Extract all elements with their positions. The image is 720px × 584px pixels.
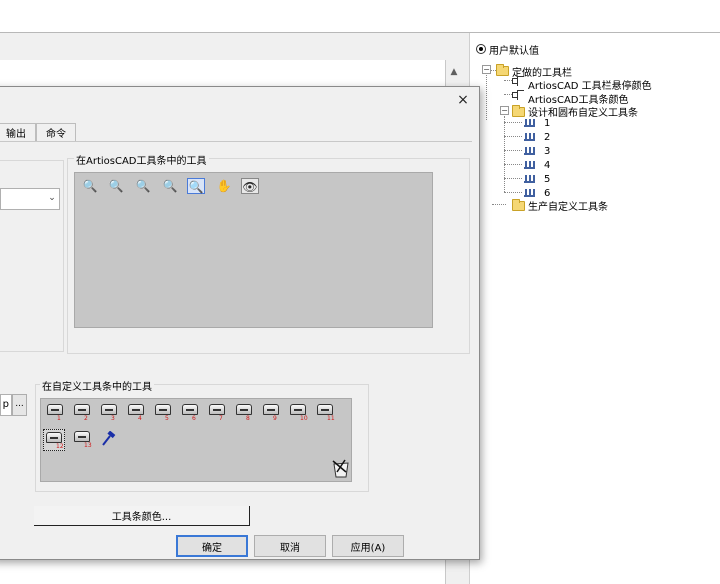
- apply-button[interactable]: 应用(A): [332, 535, 404, 557]
- ok-button[interactable]: 确定: [176, 535, 248, 557]
- tab-label: 输出: [6, 129, 26, 140]
- app-window: ▲ 用户默认值 − 定做的工具栏 ArtiosCAD 工具栏悬停颜色 Artio…: [0, 0, 720, 584]
- toolbar-color-label: 工具条颜色...: [111, 512, 172, 523]
- custom-tool-icon-selected[interactable]: 12: [43, 429, 65, 451]
- artioscad-tools-palette[interactable]: 🔍 🔍 🔍 🔍 🔍 ✋ 👁: [74, 172, 433, 328]
- radio-selected-icon[interactable]: [476, 44, 486, 54]
- view-eye-icon[interactable]: 👁: [241, 178, 259, 194]
- apply-label: 应用(A): [350, 542, 386, 554]
- collapse-toggle-custom-toolbars[interactable]: −: [482, 65, 491, 74]
- ok-label: 确定: [202, 542, 222, 554]
- folder-icon: [496, 64, 509, 76]
- custom-tool-icon[interactable]: 8: [234, 402, 256, 424]
- tab-output[interactable]: 输出: [0, 123, 36, 141]
- custom-tools-palette[interactable]: 1 2 3 4 5 6 7 8 9 10 11 12 13: [40, 398, 352, 482]
- hammer-icon[interactable]: [100, 431, 116, 447]
- browse-button[interactable]: ...: [12, 394, 27, 416]
- chevron-down-icon[interactable]: ⌄: [46, 193, 58, 205]
- zoom-in-window-icon[interactable]: 🔍: [107, 178, 125, 194]
- tree-node-toolbar-5[interactable]: 5: [544, 174, 550, 185]
- toolbar-setting-icon: [512, 90, 524, 100]
- toolbar-color-button[interactable]: 工具条颜色...: [34, 506, 250, 526]
- custom-tool-icon[interactable]: 1: [45, 402, 67, 424]
- trash-icon[interactable]: [330, 457, 352, 479]
- tab-commands[interactable]: 命令: [36, 123, 76, 141]
- custom-tool-icon[interactable]: 2: [72, 402, 94, 424]
- cancel-label: 取消: [280, 542, 300, 554]
- zoom-extents-icon[interactable]: 🔍: [161, 178, 179, 194]
- scroll-up-arrow-icon[interactable]: ▲: [448, 66, 460, 78]
- toolbar-setting-icon: [512, 76, 524, 86]
- icon-file-field[interactable]: p: [0, 394, 12, 416]
- tree-node-toolbar-2[interactable]: 2: [544, 132, 550, 143]
- tree-node-toolbar-4[interactable]: 4: [544, 160, 550, 171]
- zoom-selection-icon[interactable]: 🔍: [187, 178, 205, 194]
- top-toolbar-area: [0, 0, 720, 33]
- folder-icon: [512, 105, 525, 117]
- custom-tool-icon[interactable]: 3: [99, 402, 121, 424]
- zoom-out-icon[interactable]: 🔍: [134, 178, 152, 194]
- tree-node-hover-color[interactable]: ArtiosCAD 工具栏悬停颜色: [528, 77, 652, 92]
- user-defaults-radio[interactable]: 用户默认值: [476, 42, 539, 57]
- cancel-button[interactable]: 取消: [254, 535, 326, 557]
- custom-tool-icon[interactable]: 9: [261, 402, 283, 424]
- tab-divider: [0, 141, 472, 142]
- user-defaults-label: 用户默认值: [489, 45, 539, 57]
- folder-icon: [512, 199, 525, 211]
- toolbar-leaf-icon: [524, 133, 535, 141]
- zoom-in-icon[interactable]: 🔍: [81, 178, 99, 194]
- custom-tool-icon[interactable]: 7: [207, 402, 229, 424]
- tab-label: 命令: [46, 129, 66, 140]
- custom-tool-icon[interactable]: 4: [126, 402, 148, 424]
- toolbar-leaf-icon: [524, 189, 535, 197]
- pan-hand-icon[interactable]: ✋: [215, 178, 233, 194]
- toolbar-leaf-icon: [524, 161, 535, 169]
- custom-tool-icon[interactable]: 11: [315, 402, 337, 424]
- close-icon[interactable]: ×: [453, 92, 473, 108]
- toolbar-leaf-icon: [524, 147, 535, 155]
- tree-node-toolbar-1[interactable]: 1: [544, 118, 550, 129]
- artioscad-tools-title: 在ArtiosCAD工具条中的工具: [74, 152, 209, 167]
- custom-tool-icon[interactable]: 10: [288, 402, 310, 424]
- options-tree: − 定做的工具栏 ArtiosCAD 工具栏悬停颜色 ArtiosCAD工具条颜…: [482, 62, 720, 222]
- custom-tools-title: 在自定义工具条中的工具: [40, 378, 154, 393]
- custom-tool-icon[interactable]: 5: [153, 402, 175, 424]
- tree-node-design-custom-toolbars[interactable]: 设计和圆布自定义工具条: [528, 104, 638, 119]
- toolbar-leaf-icon: [524, 119, 535, 127]
- toolbar-leaf-icon: [524, 175, 535, 183]
- custom-tool-icon[interactable]: 13: [72, 429, 94, 451]
- collapse-toggle-design-toolbars[interactable]: −: [500, 106, 509, 115]
- custom-tool-icon[interactable]: 6: [180, 402, 202, 424]
- tree-node-production-custom-toolbars[interactable]: 生产自定义工具条: [528, 198, 608, 213]
- tree-node-toolbar-3[interactable]: 3: [544, 146, 550, 157]
